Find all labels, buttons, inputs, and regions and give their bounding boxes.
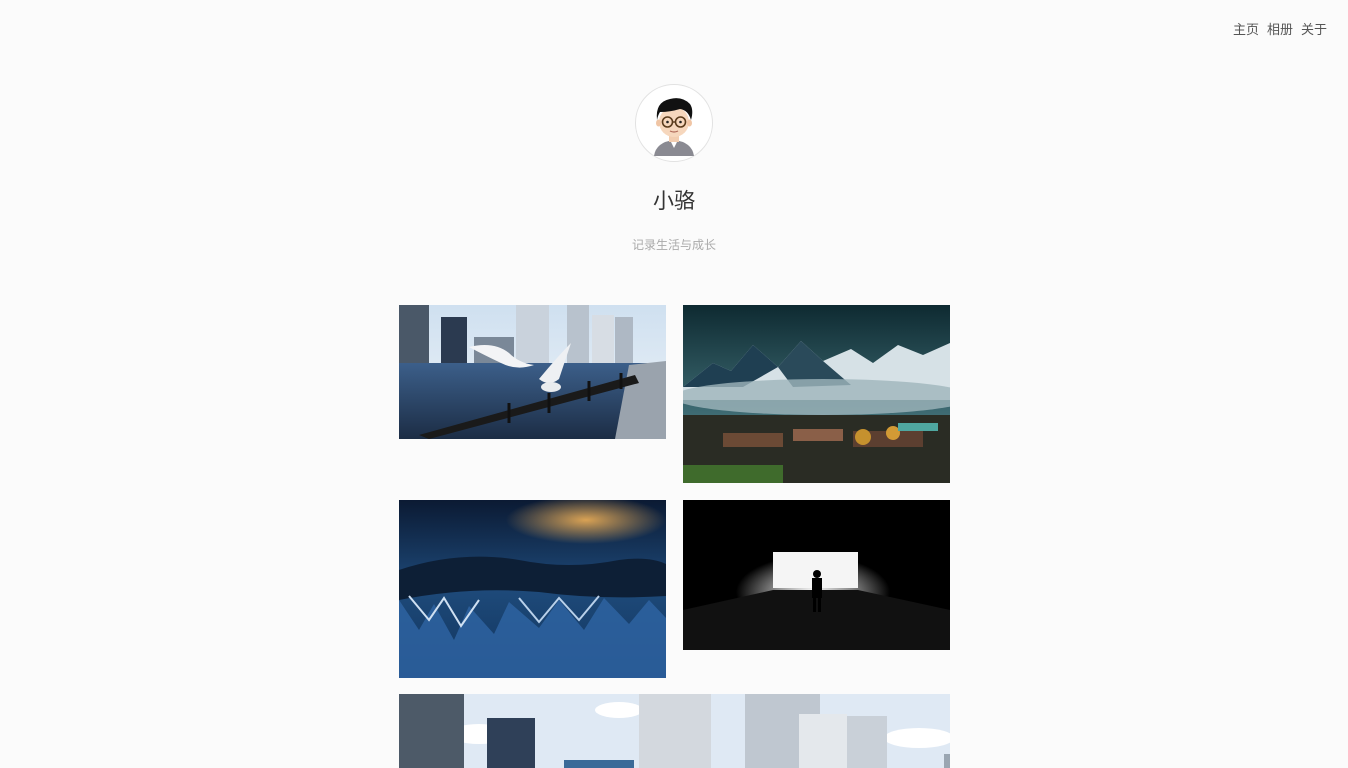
photo-ice-reflection[interactable] — [399, 500, 666, 678]
nav-about-link[interactable]: 关于 — [1301, 19, 1327, 38]
photo-city-skyscrapers[interactable] — [399, 694, 950, 768]
photo-mountain-village[interactable] — [683, 305, 950, 483]
avatar — [635, 84, 713, 162]
profile-name: 小骆 — [653, 189, 695, 213]
profile-header: 小骆 记录生活与成长 — [0, 84, 1348, 253]
photo-tunnel-silhouette[interactable] — [683, 500, 950, 650]
avatar-image — [654, 98, 694, 156]
nav-home-link[interactable]: 主页 — [1233, 19, 1259, 38]
profile-tagline: 记录生活与成长 — [631, 238, 716, 252]
nav-album-link[interactable]: 相册 — [1267, 19, 1293, 38]
top-nav: 主页 相册 关于 — [1233, 19, 1327, 38]
photo-seagulls-waterfront[interactable] — [399, 305, 666, 439]
